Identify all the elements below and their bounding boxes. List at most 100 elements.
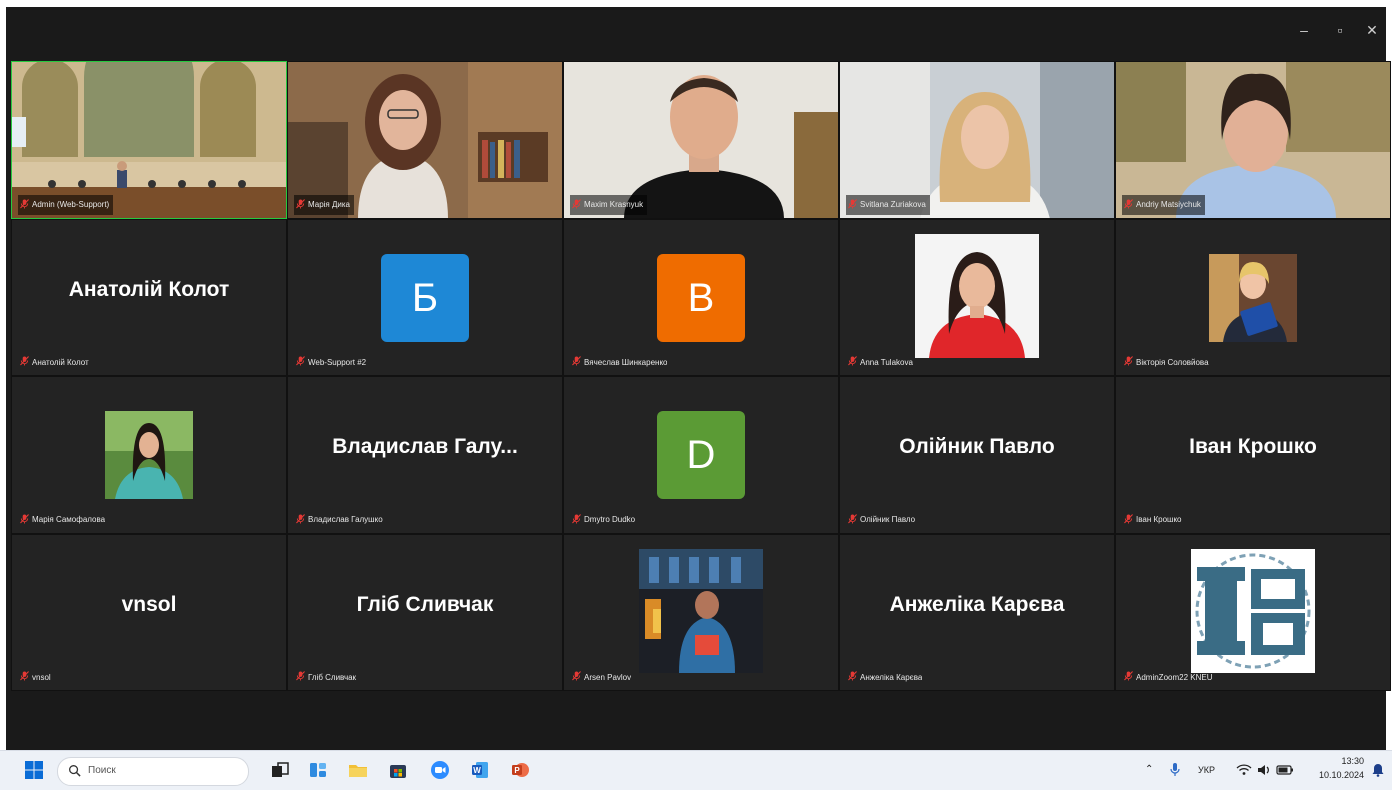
letter-avatar: Б bbox=[381, 253, 469, 342]
svg-text:W: W bbox=[473, 766, 481, 775]
notification-bell-icon[interactable] bbox=[1372, 763, 1384, 777]
start-icon[interactable] bbox=[24, 760, 44, 780]
mic-muted-icon bbox=[848, 668, 857, 686]
gallery-grid: Admin (Web-Support) Марія Дика Maxim Krasn… bbox=[11, 61, 1391, 691]
store-icon[interactable] bbox=[388, 760, 408, 780]
participant-tile[interactable]: Arsen Pavlov bbox=[563, 533, 839, 691]
participant-tile[interactable]: Maxim Krasnyuk bbox=[563, 61, 839, 219]
language-indicator[interactable]: УКР bbox=[1198, 765, 1215, 775]
participant-name-label: vnsol bbox=[32, 672, 51, 682]
participant-tile[interactable]: Олійник Павло Олійник Павло bbox=[839, 376, 1115, 534]
minimize-button[interactable]: – bbox=[1290, 19, 1318, 41]
participant-display-name: Владислав Галу... bbox=[332, 435, 518, 458]
taskbar-search-input[interactable]: Поиск bbox=[57, 757, 249, 786]
participant-tile[interactable]: AdminZoom22 KNEU bbox=[1115, 533, 1391, 691]
participant-name-label: Anna Tulakova bbox=[860, 357, 913, 367]
participant-tile[interactable]: D Dmytro Dudko bbox=[563, 376, 839, 534]
participant-display-name: Олійник Павло bbox=[899, 435, 1055, 458]
participant-tile[interactable]: Andriy Matsiychuk bbox=[1115, 61, 1391, 219]
participant-nameplate: Arsen Pavlov bbox=[570, 667, 635, 687]
participant-nameplate: Dmytro Dudko bbox=[570, 510, 639, 530]
participant-name-label: Arsen Pavlov bbox=[584, 672, 632, 682]
participant-name-label: Олійник Павло bbox=[860, 515, 916, 524]
participant-name-label: Вячеслав Шинкаренко bbox=[584, 357, 668, 367]
mic-muted-icon bbox=[848, 196, 857, 214]
participant-tile[interactable]: Анатолій Колот Анатолій Колот bbox=[11, 218, 287, 376]
participant-nameplate: Andriy Matsiychuk bbox=[1122, 194, 1205, 215]
mic-muted-icon bbox=[20, 353, 29, 371]
letter-avatar: D bbox=[657, 411, 745, 499]
zoom-meeting-window: – ▫ ✕ Admin (Web-Support) Марія Дика Maxim… bbox=[6, 7, 1391, 750]
mic-muted-icon bbox=[1124, 353, 1133, 371]
participant-tile[interactable]: Анжеліка Карєва Анжеліка Карєва bbox=[839, 533, 1115, 691]
mic-muted-icon bbox=[572, 353, 581, 371]
participant-nameplate: Svitlana Zuriakova bbox=[846, 194, 930, 215]
participant-tile[interactable]: Владислав Галу... Владислав Галушко bbox=[287, 376, 563, 534]
clock-date[interactable]: 10.10.2024 bbox=[1308, 770, 1364, 780]
participant-nameplate: Web-Support #2 bbox=[294, 352, 370, 372]
participant-display-name: Анатолій Колот bbox=[68, 277, 230, 301]
participant-nameplate: Admin (Web-Support) bbox=[18, 194, 114, 215]
participant-name-label: Анатолій Колот bbox=[32, 357, 89, 367]
close-button[interactable]: ✕ bbox=[1358, 19, 1386, 41]
microphone-icon[interactable] bbox=[1168, 762, 1182, 778]
participant-name-label: Марія Самофалова bbox=[32, 515, 106, 524]
profile-photo bbox=[1209, 253, 1297, 342]
clock-time[interactable]: 13:30 bbox=[1320, 756, 1364, 766]
mic-muted-icon bbox=[20, 511, 29, 529]
wifi-icon[interactable] bbox=[1236, 762, 1252, 778]
restore-button[interactable]: ▫ bbox=[1326, 19, 1354, 41]
mic-muted-icon bbox=[848, 353, 857, 371]
participant-display-name: Гліб Сливчак bbox=[356, 592, 494, 616]
participant-name-label: Dmytro Dudko bbox=[584, 515, 636, 524]
powerpoint-icon[interactable]: P bbox=[510, 760, 530, 780]
participant-name-label: Svitlana Zuriakova bbox=[860, 200, 926, 209]
participant-nameplate: Maxim Krasnyuk bbox=[570, 194, 648, 215]
participant-name-label: Вікторія Соловйова bbox=[1136, 357, 1209, 367]
profile-photo bbox=[1191, 548, 1315, 673]
participant-nameplate: Анжеліка Карєва bbox=[846, 667, 926, 687]
participant-nameplate: Anna Tulakova bbox=[846, 352, 917, 372]
participant-tile[interactable]: Б Web-Support #2 bbox=[287, 218, 563, 376]
mic-muted-icon bbox=[848, 511, 857, 529]
task-view-icon[interactable] bbox=[270, 760, 290, 780]
tray-chevron-icon[interactable]: ⌃ bbox=[1145, 764, 1153, 775]
search-placeholder: Поиск bbox=[88, 765, 116, 776]
participant-nameplate: Марія Дика bbox=[294, 194, 354, 215]
participant-nameplate: Вячеслав Шинкаренко bbox=[570, 352, 671, 372]
widgets-icon[interactable] bbox=[308, 760, 328, 780]
mic-muted-icon bbox=[296, 511, 305, 529]
mic-muted-icon bbox=[572, 668, 581, 686]
file-explorer-icon[interactable] bbox=[348, 760, 368, 780]
participant-nameplate: Владислав Галушко bbox=[294, 510, 387, 530]
participant-nameplate: Олійник Павло bbox=[846, 510, 919, 530]
windows-taskbar: Поиск W P ⌃ УКР 13:30 10.10.2024 bbox=[0, 750, 1392, 790]
mic-muted-icon bbox=[1124, 511, 1133, 529]
mic-muted-icon bbox=[1124, 196, 1133, 214]
participant-display-name: vnsol bbox=[121, 592, 177, 616]
participant-tile[interactable]: В Вячеслав Шинкаренко bbox=[563, 218, 839, 376]
participant-nameplate: AdminZoom22 KNEU bbox=[1122, 667, 1216, 687]
zoom-icon[interactable] bbox=[430, 760, 450, 780]
participant-nameplate: Анатолій Колот bbox=[18, 352, 93, 372]
participant-name-label: Марія Дика bbox=[308, 200, 350, 209]
participant-tile[interactable]: Марія Самофалова bbox=[11, 376, 287, 534]
participant-tile[interactable]: Гліб Сливчак Гліб Сливчак bbox=[287, 533, 563, 691]
participant-tile[interactable]: Іван Крошко Іван Крошко bbox=[1115, 376, 1391, 534]
participant-tile[interactable]: Anna Tulakova bbox=[839, 218, 1115, 376]
participant-nameplate: Гліб Сливчак bbox=[294, 667, 360, 687]
participant-name-label: AdminZoom22 KNEU bbox=[1136, 672, 1213, 682]
participant-tile[interactable]: Вікторія Соловйова bbox=[1115, 218, 1391, 376]
battery-icon[interactable] bbox=[1276, 762, 1294, 778]
profile-photo bbox=[915, 233, 1039, 358]
participant-name-label: Іван Крошко bbox=[1136, 515, 1182, 524]
mic-muted-icon bbox=[572, 196, 581, 214]
participant-tile[interactable]: Svitlana Zuriakova bbox=[839, 61, 1115, 219]
participant-display-name: Іван Крошко bbox=[1189, 435, 1317, 458]
participant-tile[interactable]: Admin (Web-Support) bbox=[11, 61, 287, 219]
participant-tile[interactable]: Марія Дика bbox=[287, 61, 563, 219]
mic-muted-icon bbox=[20, 196, 29, 214]
word-icon[interactable]: W bbox=[470, 760, 490, 780]
participant-tile[interactable]: vnsol vnsol bbox=[11, 533, 287, 691]
speaker-icon[interactable] bbox=[1256, 762, 1272, 778]
